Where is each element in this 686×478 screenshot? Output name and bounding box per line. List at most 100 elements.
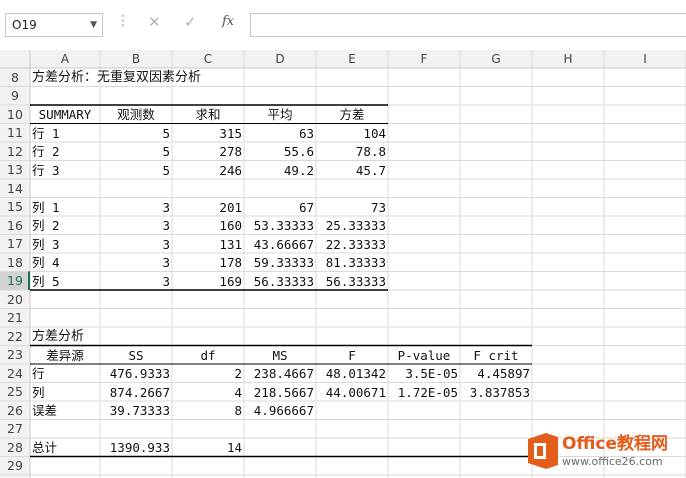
row-header-17[interactable]: 17	[0, 235, 30, 254]
cell-d24[interactable]: 238.4667	[244, 364, 316, 383]
cell-d12[interactable]: 55.6	[244, 142, 316, 161]
cell-b24[interactable]: 476.9333	[100, 364, 172, 383]
row-header-9[interactable]: 9	[0, 87, 30, 106]
row-header-25[interactable]: 25	[0, 383, 30, 402]
cell-a24[interactable]: 行	[30, 364, 100, 383]
cell-e25[interactable]: 44.00671	[316, 383, 388, 402]
row-header-29[interactable]: 29	[0, 457, 30, 476]
cell-c16[interactable]: 160	[172, 216, 244, 235]
cell-c18[interactable]: 178	[172, 253, 244, 272]
cell-b19[interactable]: 3	[100, 272, 172, 291]
cell-b23[interactable]: SS	[100, 346, 172, 365]
cell-c15[interactable]: 201	[172, 198, 244, 217]
cell-e18[interactable]: 81.33333	[316, 253, 388, 272]
cell-c10[interactable]: 求和	[172, 105, 244, 124]
row-header-26[interactable]: 26	[0, 401, 30, 420]
row-header-22[interactable]: 22	[0, 327, 30, 346]
cell-a23[interactable]: 差异源	[30, 346, 100, 365]
cell-c17[interactable]: 131	[172, 235, 244, 254]
cell-a12[interactable]: 行 2	[30, 142, 100, 161]
spreadsheet-grid[interactable]: ABCDEFGHI 8 9 10 11 12 13 14 15 16 17 18 19 20 21 22 23…	[0, 50, 686, 478]
cell-b17[interactable]: 3	[100, 235, 172, 254]
column-header-f[interactable]: F	[388, 50, 460, 68]
cell-b28[interactable]: 1390.933	[100, 438, 172, 457]
cell-a10[interactable]: SUMMARY	[30, 105, 100, 124]
row-header-10[interactable]: 10	[0, 105, 30, 124]
cell-g24[interactable]: 4.45897	[460, 364, 532, 383]
row-header-16[interactable]: 16	[0, 216, 30, 235]
row-header-27[interactable]: 27	[0, 420, 30, 439]
row-header-20[interactable]: 20	[0, 290, 30, 309]
cell-e11[interactable]: 104	[316, 124, 388, 143]
cell-a22[interactable]: 方差分析	[30, 327, 290, 346]
cell-b12[interactable]: 5	[100, 142, 172, 161]
cell-e12[interactable]: 78.8	[316, 142, 388, 161]
name-box[interactable]: O19 ▼	[5, 13, 103, 37]
row-header-15[interactable]: 15	[0, 198, 30, 217]
cell-b10[interactable]: 观测数	[100, 105, 172, 124]
column-header-i[interactable]: I	[604, 50, 686, 68]
cell-b25[interactable]: 874.2667	[100, 383, 172, 402]
cell-d17[interactable]: 43.66667	[244, 235, 316, 254]
cell-e10[interactable]: 方差	[316, 105, 388, 124]
cell-c19[interactable]: 169	[172, 272, 244, 291]
row-header-21[interactable]: 21	[0, 309, 30, 328]
cell-e13[interactable]: 45.7	[316, 161, 388, 180]
cell-e23[interactable]: F	[316, 346, 388, 365]
formula-input[interactable]	[250, 13, 686, 37]
drag-handle-icon[interactable]: ⋮	[116, 13, 130, 29]
cell-e15[interactable]: 73	[316, 198, 388, 217]
cell-a28[interactable]: 总计	[30, 438, 100, 457]
cell-a17[interactable]: 列 3	[30, 235, 100, 254]
cell-a18[interactable]: 列 4	[30, 253, 100, 272]
cell-a19[interactable]: 列 5	[30, 272, 100, 291]
cell-d15[interactable]: 67	[244, 198, 316, 217]
cell-a15[interactable]: 列 1	[30, 198, 100, 217]
cell-g25[interactable]: 3.837853	[460, 383, 532, 402]
cell-e24[interactable]: 48.01342	[316, 364, 388, 383]
cell-d10[interactable]: 平均	[244, 105, 316, 124]
row-header-28[interactable]: 28	[0, 438, 30, 457]
column-header-c[interactable]: C	[172, 50, 244, 68]
column-header-b[interactable]: B	[100, 50, 172, 68]
row-header-19[interactable]: 19	[0, 272, 30, 291]
cell-a16[interactable]: 列 2	[30, 216, 100, 235]
cell-c11[interactable]: 315	[172, 124, 244, 143]
insert-function-icon[interactable]: fx	[222, 14, 234, 29]
cell-d13[interactable]: 49.2	[244, 161, 316, 180]
cell-f23[interactable]: P-value	[388, 346, 460, 365]
cell-c13[interactable]: 246	[172, 161, 244, 180]
cell-a11[interactable]: 行 1	[30, 124, 100, 143]
cell-d18[interactable]: 59.33333	[244, 253, 316, 272]
cell-e19[interactable]: 56.33333	[316, 272, 388, 291]
cell-c26[interactable]: 8	[172, 401, 244, 420]
enter-icon[interactable]: ✓	[184, 13, 197, 31]
cell-g23[interactable]: F crit	[460, 346, 532, 365]
column-header-d[interactable]: D	[244, 50, 316, 68]
cell-a25[interactable]: 列	[30, 383, 100, 402]
cell-e17[interactable]: 22.33333	[316, 235, 388, 254]
row-header-12[interactable]: 12	[0, 142, 30, 161]
cell-a13[interactable]: 行 3	[30, 161, 100, 180]
cell-d11[interactable]: 63	[244, 124, 316, 143]
cell-a26[interactable]: 误差	[30, 401, 100, 420]
cell-d19[interactable]: 56.33333	[244, 272, 316, 291]
cell-b26[interactable]: 39.73333	[100, 401, 172, 420]
cell-b16[interactable]: 3	[100, 216, 172, 235]
column-header-h[interactable]: H	[532, 50, 604, 68]
cell-e16[interactable]: 25.33333	[316, 216, 388, 235]
cell-c25[interactable]: 4	[172, 383, 244, 402]
cell-c12[interactable]: 278	[172, 142, 244, 161]
row-header-13[interactable]: 13	[0, 161, 30, 180]
cell-d26[interactable]: 4.966667	[244, 401, 316, 420]
cell-f24[interactable]: 3.5E-05	[388, 364, 460, 383]
cell-c23[interactable]: df	[172, 346, 244, 365]
cell-c24[interactable]: 2	[172, 364, 244, 383]
column-header-g[interactable]: G	[460, 50, 532, 68]
row-header-14[interactable]: 14	[0, 179, 30, 198]
cell-d23[interactable]: MS	[244, 346, 316, 365]
cell-b13[interactable]: 5	[100, 161, 172, 180]
row-header-11[interactable]: 11	[0, 124, 30, 143]
chevron-down-icon[interactable]: ▼	[90, 20, 97, 30]
cancel-icon[interactable]: ✕	[148, 13, 161, 31]
